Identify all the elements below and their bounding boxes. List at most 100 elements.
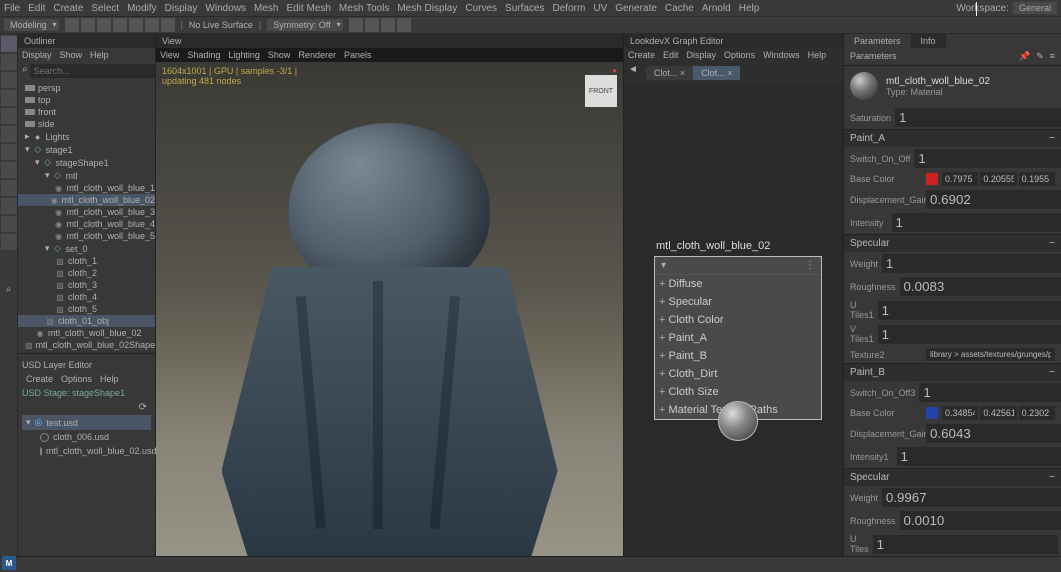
viewport-menu-item[interactable]: Panels bbox=[344, 50, 372, 60]
menu-file[interactable]: File bbox=[4, 3, 20, 14]
tree-item[interactable]: top bbox=[18, 94, 155, 106]
prop-input[interactable] bbox=[926, 190, 1061, 209]
color-g-input[interactable] bbox=[980, 172, 1016, 186]
params-tab[interactable]: Parameters bbox=[844, 34, 911, 48]
tree-item[interactable]: cloth_3 bbox=[18, 279, 155, 291]
color-b-input[interactable] bbox=[1019, 406, 1055, 420]
menu-cache[interactable]: Cache bbox=[665, 3, 694, 14]
usd-layer-item[interactable]: mtl_cloth_woll_blue_02.usd bbox=[22, 444, 151, 458]
tree-item[interactable]: mtl_cloth_woll_blue_02Shape bbox=[18, 339, 155, 351]
material-attr-row[interactable]: Paint_A bbox=[655, 329, 821, 347]
graph-menu-item[interactable]: Options bbox=[724, 50, 755, 60]
material-attr-row[interactable]: Cloth Color bbox=[655, 311, 821, 329]
prop-input[interactable] bbox=[919, 383, 1061, 402]
shelf-icon[interactable] bbox=[397, 18, 411, 32]
pin-icon[interactable]: 📌 bbox=[1019, 51, 1030, 62]
expand-icon[interactable]: ▾ bbox=[25, 144, 30, 155]
collapse-icon[interactable]: − bbox=[1049, 133, 1055, 144]
outliner-menu-item[interactable]: Help bbox=[90, 50, 109, 60]
tree-item[interactable]: ▾set_0 bbox=[18, 242, 155, 255]
material-node[interactable]: mtl_cloth_woll_blue_02 ▾ ⋮ DiffuseSpecul… bbox=[654, 236, 822, 420]
prop-input[interactable] bbox=[882, 254, 1061, 273]
section-header[interactable]: Specular− bbox=[844, 234, 1061, 252]
usd-menu-item[interactable]: Options bbox=[61, 374, 92, 384]
tool-icon[interactable] bbox=[1, 234, 17, 250]
viewport-render[interactable]: 1604x1001 | GPU | samples -3/1 | updatin… bbox=[156, 62, 623, 572]
tree-item[interactable]: mtl_cloth_woll_blue_02 bbox=[18, 194, 155, 206]
view-cube[interactable]: ● FRONT bbox=[585, 66, 617, 107]
shelf-icon[interactable] bbox=[113, 18, 127, 32]
shelf-icon[interactable] bbox=[161, 18, 175, 32]
menu-modify[interactable]: Modify bbox=[127, 3, 156, 14]
menu-deform[interactable]: Deform bbox=[553, 3, 586, 14]
menu-uv[interactable]: UV bbox=[593, 3, 607, 14]
radio-icon[interactable] bbox=[40, 433, 49, 442]
params-tab[interactable]: Info bbox=[911, 34, 946, 48]
prop-input[interactable] bbox=[897, 447, 1061, 466]
tool-icon[interactable] bbox=[1, 162, 17, 178]
tree-item[interactable]: mtl_cloth_woll_blue_02 bbox=[18, 327, 155, 339]
edit-icon[interactable]: ✎ bbox=[1036, 51, 1044, 62]
tree-item[interactable]: ▾stage1 bbox=[18, 143, 155, 156]
symmetry-dropdown[interactable]: Symmetry: Off bbox=[267, 19, 342, 31]
menu-mesh tools[interactable]: Mesh Tools bbox=[339, 3, 389, 14]
tree-item[interactable]: mtl_cloth_woll_blue_4 bbox=[18, 218, 155, 230]
usd-layer-item[interactable]: ▾◎test.usd bbox=[22, 415, 151, 430]
graph-menu-item[interactable]: Display bbox=[687, 50, 717, 60]
graph-doc-tab[interactable]: Clot... × bbox=[693, 66, 740, 80]
tool-icon[interactable] bbox=[1, 126, 17, 142]
lasso-tool-icon[interactable] bbox=[1, 54, 17, 70]
prop-input[interactable] bbox=[878, 325, 1061, 344]
viewport-menu-item[interactable]: Lighting bbox=[228, 50, 260, 60]
graph-menu-item[interactable]: Windows bbox=[763, 50, 800, 60]
color-b-input[interactable] bbox=[1019, 172, 1055, 186]
graph-menu-item[interactable]: Edit bbox=[663, 50, 679, 60]
menu-edit[interactable]: Edit bbox=[28, 3, 45, 14]
rotate-tool-icon[interactable] bbox=[1, 90, 17, 106]
chevron-down-icon[interactable]: ▾ bbox=[661, 260, 666, 271]
tree-item[interactable]: front bbox=[18, 106, 155, 118]
material-attr-row[interactable]: Diffuse bbox=[655, 275, 821, 293]
usd-menu-item[interactable]: Help bbox=[100, 374, 119, 384]
collapse-icon[interactable]: − bbox=[1049, 472, 1055, 483]
menu-help[interactable]: Help bbox=[739, 3, 760, 14]
shelf-icon[interactable] bbox=[145, 18, 159, 32]
expand-icon[interactable]: ▸ bbox=[25, 131, 30, 142]
expand-icon[interactable]: ▾ bbox=[45, 170, 50, 181]
tree-item[interactable]: cloth_2 bbox=[18, 267, 155, 279]
tree-item[interactable]: persp bbox=[18, 82, 155, 94]
tree-item[interactable]: mtl_cloth_woll_blue_1 bbox=[18, 182, 155, 194]
back-icon[interactable]: ◄ bbox=[628, 64, 638, 82]
shelf-icon[interactable] bbox=[129, 18, 143, 32]
scale-tool-icon[interactable] bbox=[1, 108, 17, 124]
shelf-icon[interactable] bbox=[365, 18, 379, 32]
tree-item[interactable]: mtl_cloth_woll_blue_5 bbox=[18, 230, 155, 242]
expand-icon[interactable]: ▾ bbox=[26, 417, 31, 428]
viewport-menu-item[interactable]: Shading bbox=[187, 50, 220, 60]
prop-input[interactable] bbox=[882, 488, 1061, 507]
collapse-icon[interactable]: − bbox=[1049, 238, 1055, 249]
menu-mesh[interactable]: Mesh bbox=[254, 3, 278, 14]
usd-layer-item[interactable]: cloth_006.usd bbox=[22, 430, 151, 444]
prop-input[interactable] bbox=[878, 301, 1061, 320]
tree-item[interactable]: ▾stageShape1 bbox=[18, 156, 155, 169]
menu-generate[interactable]: Generate bbox=[615, 3, 657, 14]
select-tool-icon[interactable] bbox=[1, 36, 17, 52]
collapse-icon[interactable]: − bbox=[1049, 367, 1055, 378]
outliner-tab[interactable]: Outliner bbox=[18, 34, 155, 48]
color-r-input[interactable] bbox=[942, 406, 978, 420]
menu-windows[interactable]: Windows bbox=[205, 3, 246, 14]
tree-item[interactable]: side bbox=[18, 118, 155, 130]
tool-icon[interactable] bbox=[1, 216, 17, 232]
tool-icon[interactable] bbox=[1, 198, 17, 214]
menu-arnold[interactable]: Arnold bbox=[702, 3, 731, 14]
graph-menu-item[interactable]: Help bbox=[808, 50, 827, 60]
material-attr-row[interactable]: Paint_B bbox=[655, 347, 821, 365]
tree-item[interactable]: cloth_4 bbox=[18, 291, 155, 303]
viewport-menu-item[interactable]: Show bbox=[268, 50, 291, 60]
menu-surfaces[interactable]: Surfaces bbox=[505, 3, 544, 14]
menu-edit mesh[interactable]: Edit Mesh bbox=[286, 3, 330, 14]
outliner-search-input[interactable] bbox=[30, 64, 155, 78]
tree-item[interactable]: cloth_01_obj bbox=[18, 315, 155, 327]
node-graph-area[interactable]: · · · · · mtl_cloth_woll_blue_02 ▾ ⋮ Dif… bbox=[624, 84, 843, 572]
